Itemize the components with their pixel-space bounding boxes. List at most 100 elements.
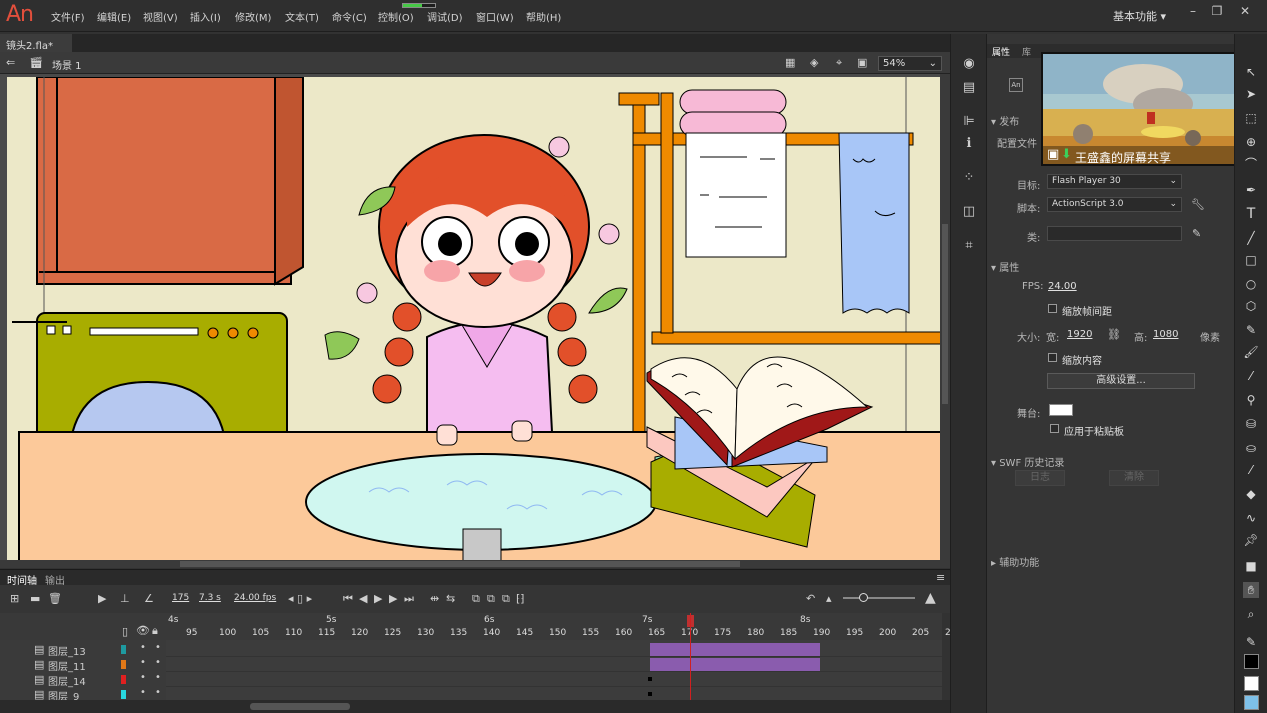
layer-row[interactable]: ▤ 图层_14 • •: [0, 672, 166, 688]
lasso-tool-icon[interactable]: ⌒: [1243, 156, 1259, 172]
edit-scene-icon[interactable]: ▦: [785, 56, 795, 69]
edit-symbols-icon[interactable]: ◈: [810, 56, 818, 69]
layer-color-swatch[interactable]: [121, 690, 126, 699]
layer-row[interactable]: ▤ 图层_13 • •: [0, 642, 166, 658]
eye-icon[interactable]: 👁︎: [136, 624, 150, 637]
loop-icon[interactable]: ⇆: [446, 592, 455, 605]
fill-toggle-icon[interactable]: [1244, 676, 1259, 691]
menu-insert[interactable]: 插入(I): [190, 9, 221, 24]
screen-share-overlay[interactable]: ▣ ⬇ 王盛鑫的屏幕共享: [1041, 52, 1241, 166]
paint-bucket-tool-icon[interactable]: ⛁: [1243, 416, 1259, 432]
class-field[interactable]: [1047, 226, 1182, 241]
stage-artwork[interactable]: [7, 77, 941, 561]
menu-view[interactable]: 视图(V): [143, 9, 178, 24]
wrench-icon[interactable]: 🔧︎: [1191, 198, 1205, 211]
stage-area[interactable]: [0, 74, 950, 568]
keyframe[interactable]: [648, 677, 652, 681]
edit-class-icon[interactable]: ✎: [1192, 227, 1201, 240]
visibility-dot[interactable]: •: [140, 657, 146, 668]
onion-markers-icon[interactable]: ⁅⁆: [516, 592, 525, 605]
ink-bottle-tool-icon[interactable]: ⛀: [1243, 440, 1259, 456]
lock-dot[interactable]: •: [155, 687, 161, 698]
layer-color-swatch[interactable]: [121, 645, 126, 654]
swatches-icon[interactable]: ⁘: [961, 170, 977, 186]
polystar-tool-icon[interactable]: ⬡: [1243, 298, 1259, 314]
publish-section-toggle[interactable]: ▾ 发布: [991, 113, 1019, 128]
center-stage-icon[interactable]: ⌖: [836, 56, 842, 70]
clip-content-icon[interactable]: ▣: [857, 56, 867, 69]
workspace-switcher[interactable]: 基本功能 ▾: [1113, 8, 1166, 24]
panel-menu-icon[interactable]: ≡: [936, 571, 945, 584]
hand-tool-icon[interactable]: ✋︎: [1243, 582, 1259, 598]
new-folder-icon[interactable]: ▬: [30, 592, 40, 605]
selection-tool-icon[interactable]: ↖: [1243, 64, 1259, 80]
library-icon[interactable]: ▤: [961, 80, 977, 96]
onion-skin-icon[interactable]: ⧉: [472, 592, 480, 606]
prev-frame-icon[interactable]: ◀: [359, 592, 367, 605]
rectangle-tool-icon[interactable]: □: [1243, 252, 1259, 268]
oval-tool-icon[interactable]: ○: [1243, 276, 1259, 292]
camera-tool-icon[interactable]: ■: [1243, 558, 1259, 574]
close-icon[interactable]: ✕: [1236, 4, 1254, 18]
text-tool-icon[interactable]: T: [1243, 206, 1259, 222]
lock-icon[interactable]: 🔒︎: [152, 624, 158, 638]
lock-dot[interactable]: •: [155, 657, 161, 668]
link-icon[interactable]: ⛓: [1107, 328, 1121, 341]
advanced-settings-button[interactable]: 高级设置...: [1047, 373, 1195, 389]
scale-content-checkbox[interactable]: [1048, 353, 1057, 362]
tab-properties[interactable]: 属性: [992, 45, 1010, 58]
script-select[interactable]: ActionScript 3.0 ⌄: [1047, 197, 1182, 212]
stroke-color-swatch[interactable]: [1244, 654, 1259, 669]
lock-dot[interactable]: •: [155, 672, 161, 683]
menu-commands[interactable]: 命令(C): [332, 9, 367, 24]
components-icon[interactable]: ⌗: [961, 238, 977, 254]
layer-name[interactable]: 图层_14: [48, 673, 86, 688]
layer-color-swatch[interactable]: [121, 675, 126, 684]
zoom-tool-icon[interactable]: ⌕: [1243, 606, 1259, 622]
stroke-color-icon[interactable]: ✎: [1243, 634, 1259, 650]
menu-modify[interactable]: 修改(M): [235, 9, 271, 24]
frame-grid[interactable]: [166, 613, 942, 702]
menu-edit[interactable]: 编辑(E): [97, 9, 131, 24]
keyframe[interactable]: [648, 692, 652, 696]
fps-value[interactable]: 24.00: [1048, 281, 1077, 292]
log-button[interactable]: 日志: [1015, 470, 1065, 486]
graph-icon[interactable]: ∠: [144, 592, 154, 605]
width-tool-icon[interactable]: ∿: [1243, 510, 1259, 526]
transform-icon[interactable]: ◫: [961, 204, 977, 220]
layer-name[interactable]: 图层_13: [48, 643, 86, 658]
current-frame[interactable]: 175: [172, 593, 189, 603]
accessibility-section-toggle[interactable]: ▸ 辅助功能: [991, 554, 1039, 569]
timeline-ruler[interactable]: 4s 5s 6s 7s 8s 95 100 105 110 115 120 125 130 13…: [166, 613, 962, 640]
pen-tool-icon[interactable]: ✒: [1243, 182, 1259, 198]
tween-span[interactable]: [650, 643, 820, 656]
menu-file[interactable]: 文件(F): [51, 9, 85, 24]
menu-text[interactable]: 文本(T): [285, 9, 319, 24]
clear-button[interactable]: 清除: [1109, 470, 1159, 486]
minimize-icon[interactable]: –: [1184, 4, 1202, 18]
properties-section-toggle[interactable]: ▾ 属性: [991, 259, 1019, 274]
zoom-out-icon[interactable]: ▴: [826, 592, 832, 605]
frame-row[interactable]: [166, 657, 942, 672]
brush-tool-icon[interactable]: ⁄: [1243, 368, 1259, 384]
stage-color-swatch[interactable]: [1049, 404, 1073, 416]
height-value[interactable]: 1080: [1153, 329, 1178, 340]
scene-name[interactable]: 场景 1: [52, 57, 82, 72]
stage-canvas[interactable]: [7, 77, 941, 561]
lock-dot[interactable]: •: [155, 642, 161, 653]
menu-debug[interactable]: 调试(D): [427, 9, 463, 24]
elapsed-time[interactable]: 7.3 s: [199, 593, 221, 603]
line-tool-icon[interactable]: ╱: [1243, 230, 1259, 246]
next-frame-icon[interactable]: ▶: [389, 592, 397, 605]
outline-icon[interactable]: ▯: [122, 625, 128, 638]
apply-pasteboard-checkbox[interactable]: [1050, 424, 1059, 433]
pencil-tool-icon[interactable]: ✎: [1243, 322, 1259, 338]
eyedropper-tool-icon[interactable]: ⁄: [1243, 462, 1259, 478]
onion-outline-icon[interactable]: ⧉: [487, 592, 495, 606]
menu-window[interactable]: 窗口(W): [476, 9, 514, 24]
new-layer-icon[interactable]: ⊞: [10, 592, 19, 605]
layer-row[interactable]: ▤ 图层_11 • •: [0, 657, 166, 673]
menu-help[interactable]: 帮助(H): [526, 9, 561, 24]
back-arrow-icon[interactable]: ⇐: [6, 56, 15, 69]
3d-rotation-tool-icon[interactable]: ⊕: [1243, 134, 1259, 150]
